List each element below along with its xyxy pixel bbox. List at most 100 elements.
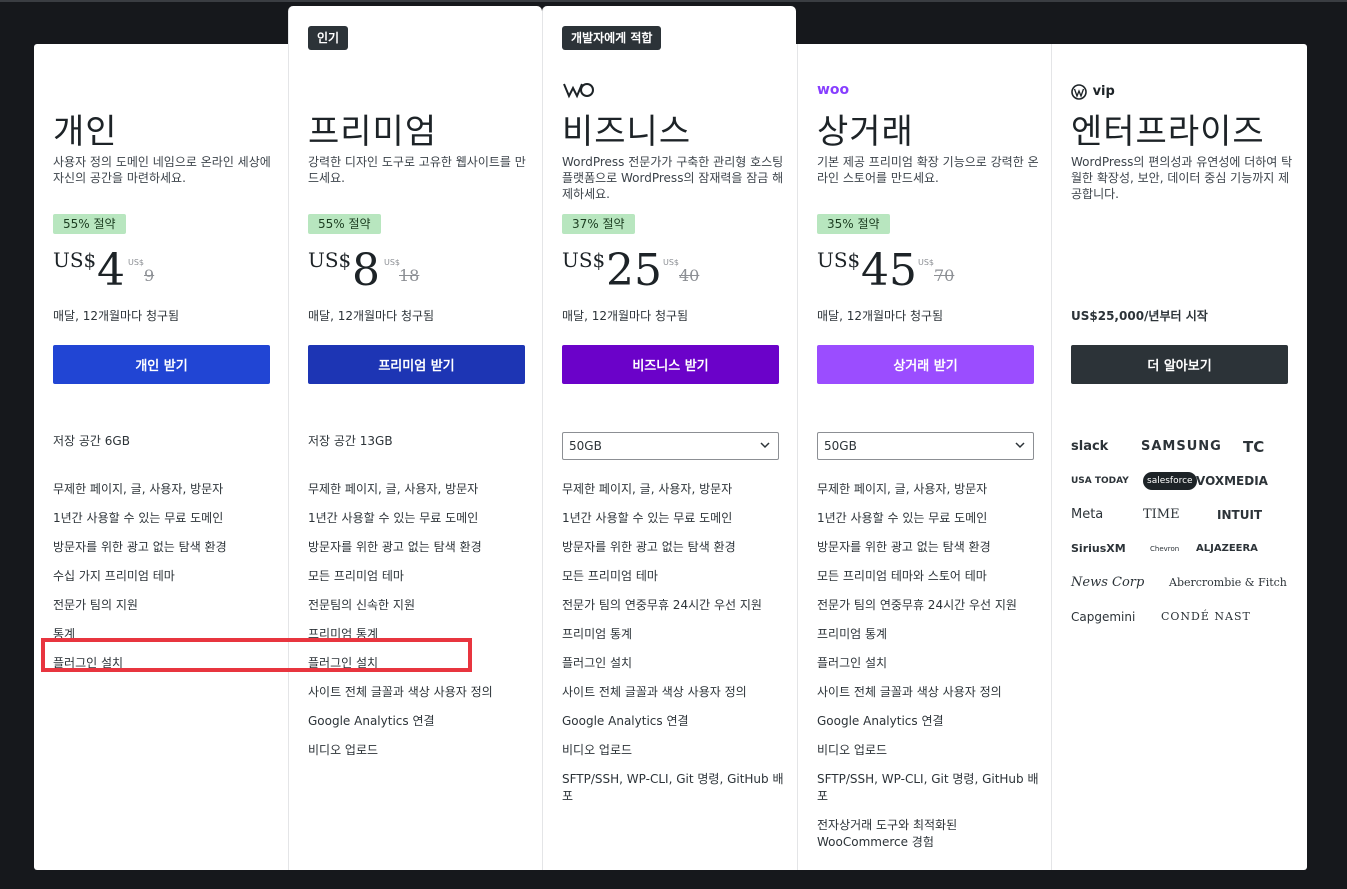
- feature-list: 무제한 페이지, 글, 사용자, 방문자 1년간 사용할 수 있는 무료 도메인…: [562, 481, 784, 817]
- feature-item: 전문팀의 신속한 지원: [308, 598, 415, 612]
- feature-item: 비디오 업로드: [562, 743, 633, 757]
- price-amount: 4: [97, 245, 125, 296]
- siriusxm-logo: SiriusXM: [1071, 542, 1126, 555]
- plan-description: WordPress 전문가가 구축한 관리형 호스팅 플랫폼으로 WordPre…: [562, 155, 784, 201]
- original-price: 18: [399, 266, 420, 285]
- original-price: 70: [934, 266, 955, 285]
- get-commerce-button[interactable]: 상거래 받기: [817, 345, 1034, 384]
- feature-item: 플러그인 설치: [53, 656, 124, 670]
- feature-item: 수십 가지 프리미엄 테마: [53, 569, 175, 583]
- feature-item: 플러그인 설치: [308, 656, 379, 670]
- feature-item: 1년간 사용할 수 있는 무료 도메인: [308, 511, 479, 525]
- plan-card-personal: 개인 사용자 정의 도메인 네임으로 온라인 세상에 자신의 공간을 마련하세요…: [34, 44, 288, 870]
- slack-logo: slack: [1071, 439, 1109, 454]
- meta-logo: Meta: [1071, 507, 1104, 522]
- billing-text: 매달, 12개월마다 청구됨: [817, 309, 944, 323]
- feature-item: 전문가 팀의 지원: [53, 598, 138, 612]
- storage-select-value: 50GB: [569, 439, 602, 453]
- currency: US$: [53, 248, 97, 272]
- plan-name: 엔터프라이즈: [1071, 112, 1265, 152]
- original-currency: US$: [663, 258, 680, 267]
- plan-card-enterprise: vip 엔터프라이즈 WordPress의 편의성과 유연성에 더하여 탁월한 …: [1051, 44, 1305, 870]
- storage-text: 저장 공간 13GB: [308, 434, 393, 448]
- feature-item: 무제한 페이지, 글, 사용자, 방문자: [562, 482, 733, 496]
- feature-item: SFTP/SSH, WP-CLI, Git 명령, GitHub 배포: [817, 772, 1039, 803]
- feature-item: Google Analytics 연결: [817, 714, 944, 728]
- price-amount: 45: [861, 245, 917, 296]
- window-top-border: [0, 0, 1347, 2]
- storage-text: 저장 공간 6GB: [53, 434, 130, 448]
- storage-select[interactable]: 50GB: [817, 432, 1034, 460]
- feature-item: 모든 프리미엄 테마: [562, 569, 658, 583]
- feature-item: 전문가 팀의 연중무휴 24시간 우선 지원: [817, 598, 1017, 612]
- conde-nast-logo: CONDÉ NAST: [1161, 610, 1251, 623]
- plan-name: 비즈니스: [562, 112, 692, 152]
- aljazeera-logo: ALJAZEERA: [1196, 543, 1258, 554]
- feature-item: 사이트 전체 글꼴과 색상 사용자 정의: [817, 685, 1002, 699]
- feature-item: Google Analytics 연결: [308, 714, 435, 728]
- feature-item: Google Analytics 연결: [562, 714, 689, 728]
- currency: US$: [817, 248, 861, 272]
- get-business-button[interactable]: 비즈니스 받기: [562, 345, 779, 384]
- original-currency: US$: [128, 258, 145, 267]
- feature-item: 비디오 업로드: [817, 743, 888, 757]
- wordpress-logo-icon: [562, 81, 594, 103]
- feature-item: 1년간 사용할 수 있는 무료 도메인: [817, 511, 988, 525]
- plan-card-commerce: woo 상거래 기본 제공 프리미엄 확장 기능으로 강력한 온라인 스토어를 …: [797, 44, 1051, 870]
- samsung-logo: SAMSUNG: [1141, 439, 1222, 454]
- savings-badge: 37% 절약: [562, 214, 635, 234]
- original-price: 40: [679, 266, 700, 285]
- feature-item: 사이트 전체 글꼴과 색상 사용자 정의: [308, 685, 493, 699]
- feature-item: 1년간 사용할 수 있는 무료 도메인: [53, 511, 224, 525]
- original-currency: US$: [918, 258, 935, 267]
- wordpress-logo-icon: [1071, 83, 1087, 100]
- storage-select[interactable]: 50GB: [562, 432, 779, 460]
- feature-item: 모든 프리미엄 테마와 스토어 테마: [817, 569, 987, 583]
- chevron-down-icon: [759, 433, 771, 468]
- get-premium-button[interactable]: 프리미엄 받기: [308, 345, 525, 384]
- savings-badge: 55% 절약: [53, 214, 126, 234]
- feature-list: 무제한 페이지, 글, 사용자, 방문자 1년간 사용할 수 있는 무료 도메인…: [53, 481, 275, 684]
- currency: US$: [308, 248, 352, 272]
- feature-item: 프리미엄 통계: [817, 627, 888, 641]
- plan-description: 기본 제공 프리미엄 확장 기능으로 강력한 온라인 스토어를 만드세요.: [817, 155, 1039, 185]
- popular-badge: 인기: [308, 26, 349, 50]
- plan-description: WordPress의 편의성과 유연성에 더하여 탁월한 확장성, 보안, 데이…: [1071, 155, 1293, 201]
- currency: US$: [562, 248, 606, 272]
- plan-description: 사용자 정의 도메인 네임으로 온라인 세상에 자신의 공간을 마련하세요.: [53, 155, 271, 185]
- original-price: 9: [144, 266, 155, 285]
- get-personal-button[interactable]: 개인 받기: [53, 345, 270, 384]
- woo-logo: woo: [817, 82, 850, 98]
- plan-name: 상거래: [817, 112, 914, 152]
- feature-list: 무제한 페이지, 글, 사용자, 방문자 1년간 사용할 수 있는 무료 도메인…: [817, 481, 1039, 863]
- news-corp-logo: News Corp: [1071, 575, 1145, 590]
- feature-list: 무제한 페이지, 글, 사용자, 방문자 1년간 사용할 수 있는 무료 도메인…: [308, 481, 530, 771]
- feature-item: 무제한 페이지, 글, 사용자, 방문자: [308, 482, 479, 496]
- feature-item: 방문자를 위한 광고 없는 탐색 환경: [308, 540, 482, 554]
- plan-name: 프리미엄: [308, 112, 438, 152]
- feature-item: SFTP/SSH, WP-CLI, Git 명령, GitHub 배포: [562, 772, 784, 803]
- plan-description: 강력한 디자인 도구로 고유한 웹사이트를 만드세요.: [308, 155, 526, 185]
- intuit-logo: INTUIT: [1217, 508, 1263, 522]
- voxmedia-logo: VOXMEDIA: [1196, 474, 1268, 488]
- time-logo: TIME: [1143, 507, 1180, 522]
- feature-item: 전자상거래 도구와 최적화된 WooCommerce 경험: [817, 818, 958, 849]
- price-amount: 8: [352, 245, 380, 296]
- plan-name: 개인: [53, 112, 118, 152]
- storage-select-value: 50GB: [824, 439, 857, 453]
- learn-more-button[interactable]: 더 알아보기: [1071, 345, 1288, 384]
- abercrombie-logo: Abercrombie & Fitch: [1169, 576, 1287, 589]
- original-currency: US$: [384, 258, 401, 267]
- chevron-down-icon: [1014, 433, 1026, 468]
- feature-item: 방문자를 위한 광고 없는 탐색 환경: [817, 540, 991, 554]
- wordpress-vip-logo: vip: [1071, 81, 1115, 100]
- techcrunch-logo: TC: [1243, 438, 1265, 456]
- chevron-logo: Chevron: [1150, 545, 1180, 553]
- feature-item: 1년간 사용할 수 있는 무료 도메인: [562, 511, 733, 525]
- feature-item: 무제한 페이지, 글, 사용자, 방문자: [53, 482, 224, 496]
- feature-item: 플러그인 설치: [562, 656, 633, 670]
- savings-badge: 55% 절약: [308, 214, 381, 234]
- feature-item: 통계: [53, 627, 76, 641]
- billing-text: 매달, 12개월마다 청구됨: [562, 309, 689, 323]
- savings-badge: 35% 절약: [817, 214, 890, 234]
